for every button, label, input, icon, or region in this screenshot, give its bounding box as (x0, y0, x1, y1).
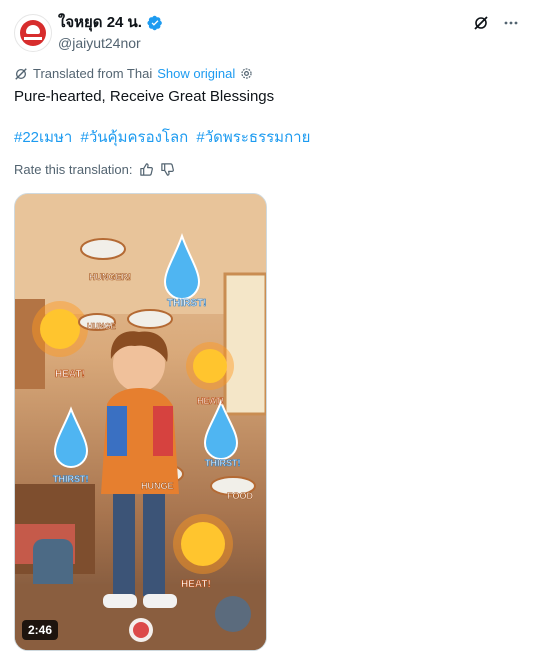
more-options-icon[interactable] (502, 14, 520, 32)
post-top-actions (472, 14, 520, 32)
noodle-bowl-glyph (127, 309, 173, 329)
sun-glyph (173, 514, 233, 574)
hunger-bowl-label: HUNGE (87, 322, 117, 331)
author-name-row: ใจหยุด 24 น. (58, 14, 163, 32)
gear-icon[interactable] (240, 67, 253, 80)
hunger-bowl-label: HUNGE (141, 481, 174, 491)
heat-label: HEAT! (197, 396, 224, 406)
translate-icon (15, 67, 27, 80)
hashtag-list: #22เมษา #วันคุ้มครองโลก #วัดพระธรรมกาย (14, 128, 314, 148)
hunger-label: HUNGER! (89, 272, 131, 282)
video-duration-badge: 2:46 (22, 620, 59, 640)
thumbs-up-icon[interactable] (139, 162, 154, 177)
thumbs-down-icon[interactable] (160, 162, 175, 177)
hashtag-link[interactable]: #วันคุ้มครองโลก (81, 129, 189, 146)
sun-glyph (186, 342, 234, 390)
post-text: Pure-hearted, Receive Great Blessings (14, 88, 275, 105)
food-label: FOOD (227, 491, 253, 501)
verified-badge-icon (147, 15, 162, 31)
author-name[interactable]: ใจหยุด 24 น. (58, 14, 142, 32)
water-drop-glyph (53, 406, 89, 468)
author-handle[interactable]: @jaiyut24nor (58, 35, 141, 51)
heat-label: HEAT! (55, 369, 85, 380)
translation-info: Translated from Thai Show original (14, 66, 253, 81)
show-original-link[interactable]: Show original (157, 66, 235, 81)
avatar[interactable] (14, 14, 52, 52)
translated-from-label: Translated from Thai (33, 66, 153, 81)
noodle-bowl-glyph (80, 238, 126, 260)
hashtag-link[interactable]: #22เมษา (14, 129, 72, 146)
thirst-label: THIRST! (205, 458, 241, 468)
grok-icon[interactable] (472, 14, 490, 32)
sun-glyph (32, 301, 88, 357)
boy-character (101, 331, 179, 608)
channel-logo (20, 20, 46, 46)
rate-translation-label: Rate this translation: (14, 162, 133, 177)
thirst-label: THIRST! (167, 298, 206, 309)
rate-translation: Rate this translation: (14, 162, 175, 177)
video-player[interactable]: HUNGER! THIRST! HUNGE HEAT! HEAT! THIRST… (14, 193, 267, 651)
hashtag-link[interactable]: #วัดพระธรรมกาย (196, 129, 310, 146)
thirst-label: THIRST! (53, 474, 89, 484)
video-thumbnail: HUNGER! THIRST! HUNGE HEAT! HEAT! THIRST… (15, 194, 266, 650)
heat-label: HEAT! (181, 579, 211, 590)
